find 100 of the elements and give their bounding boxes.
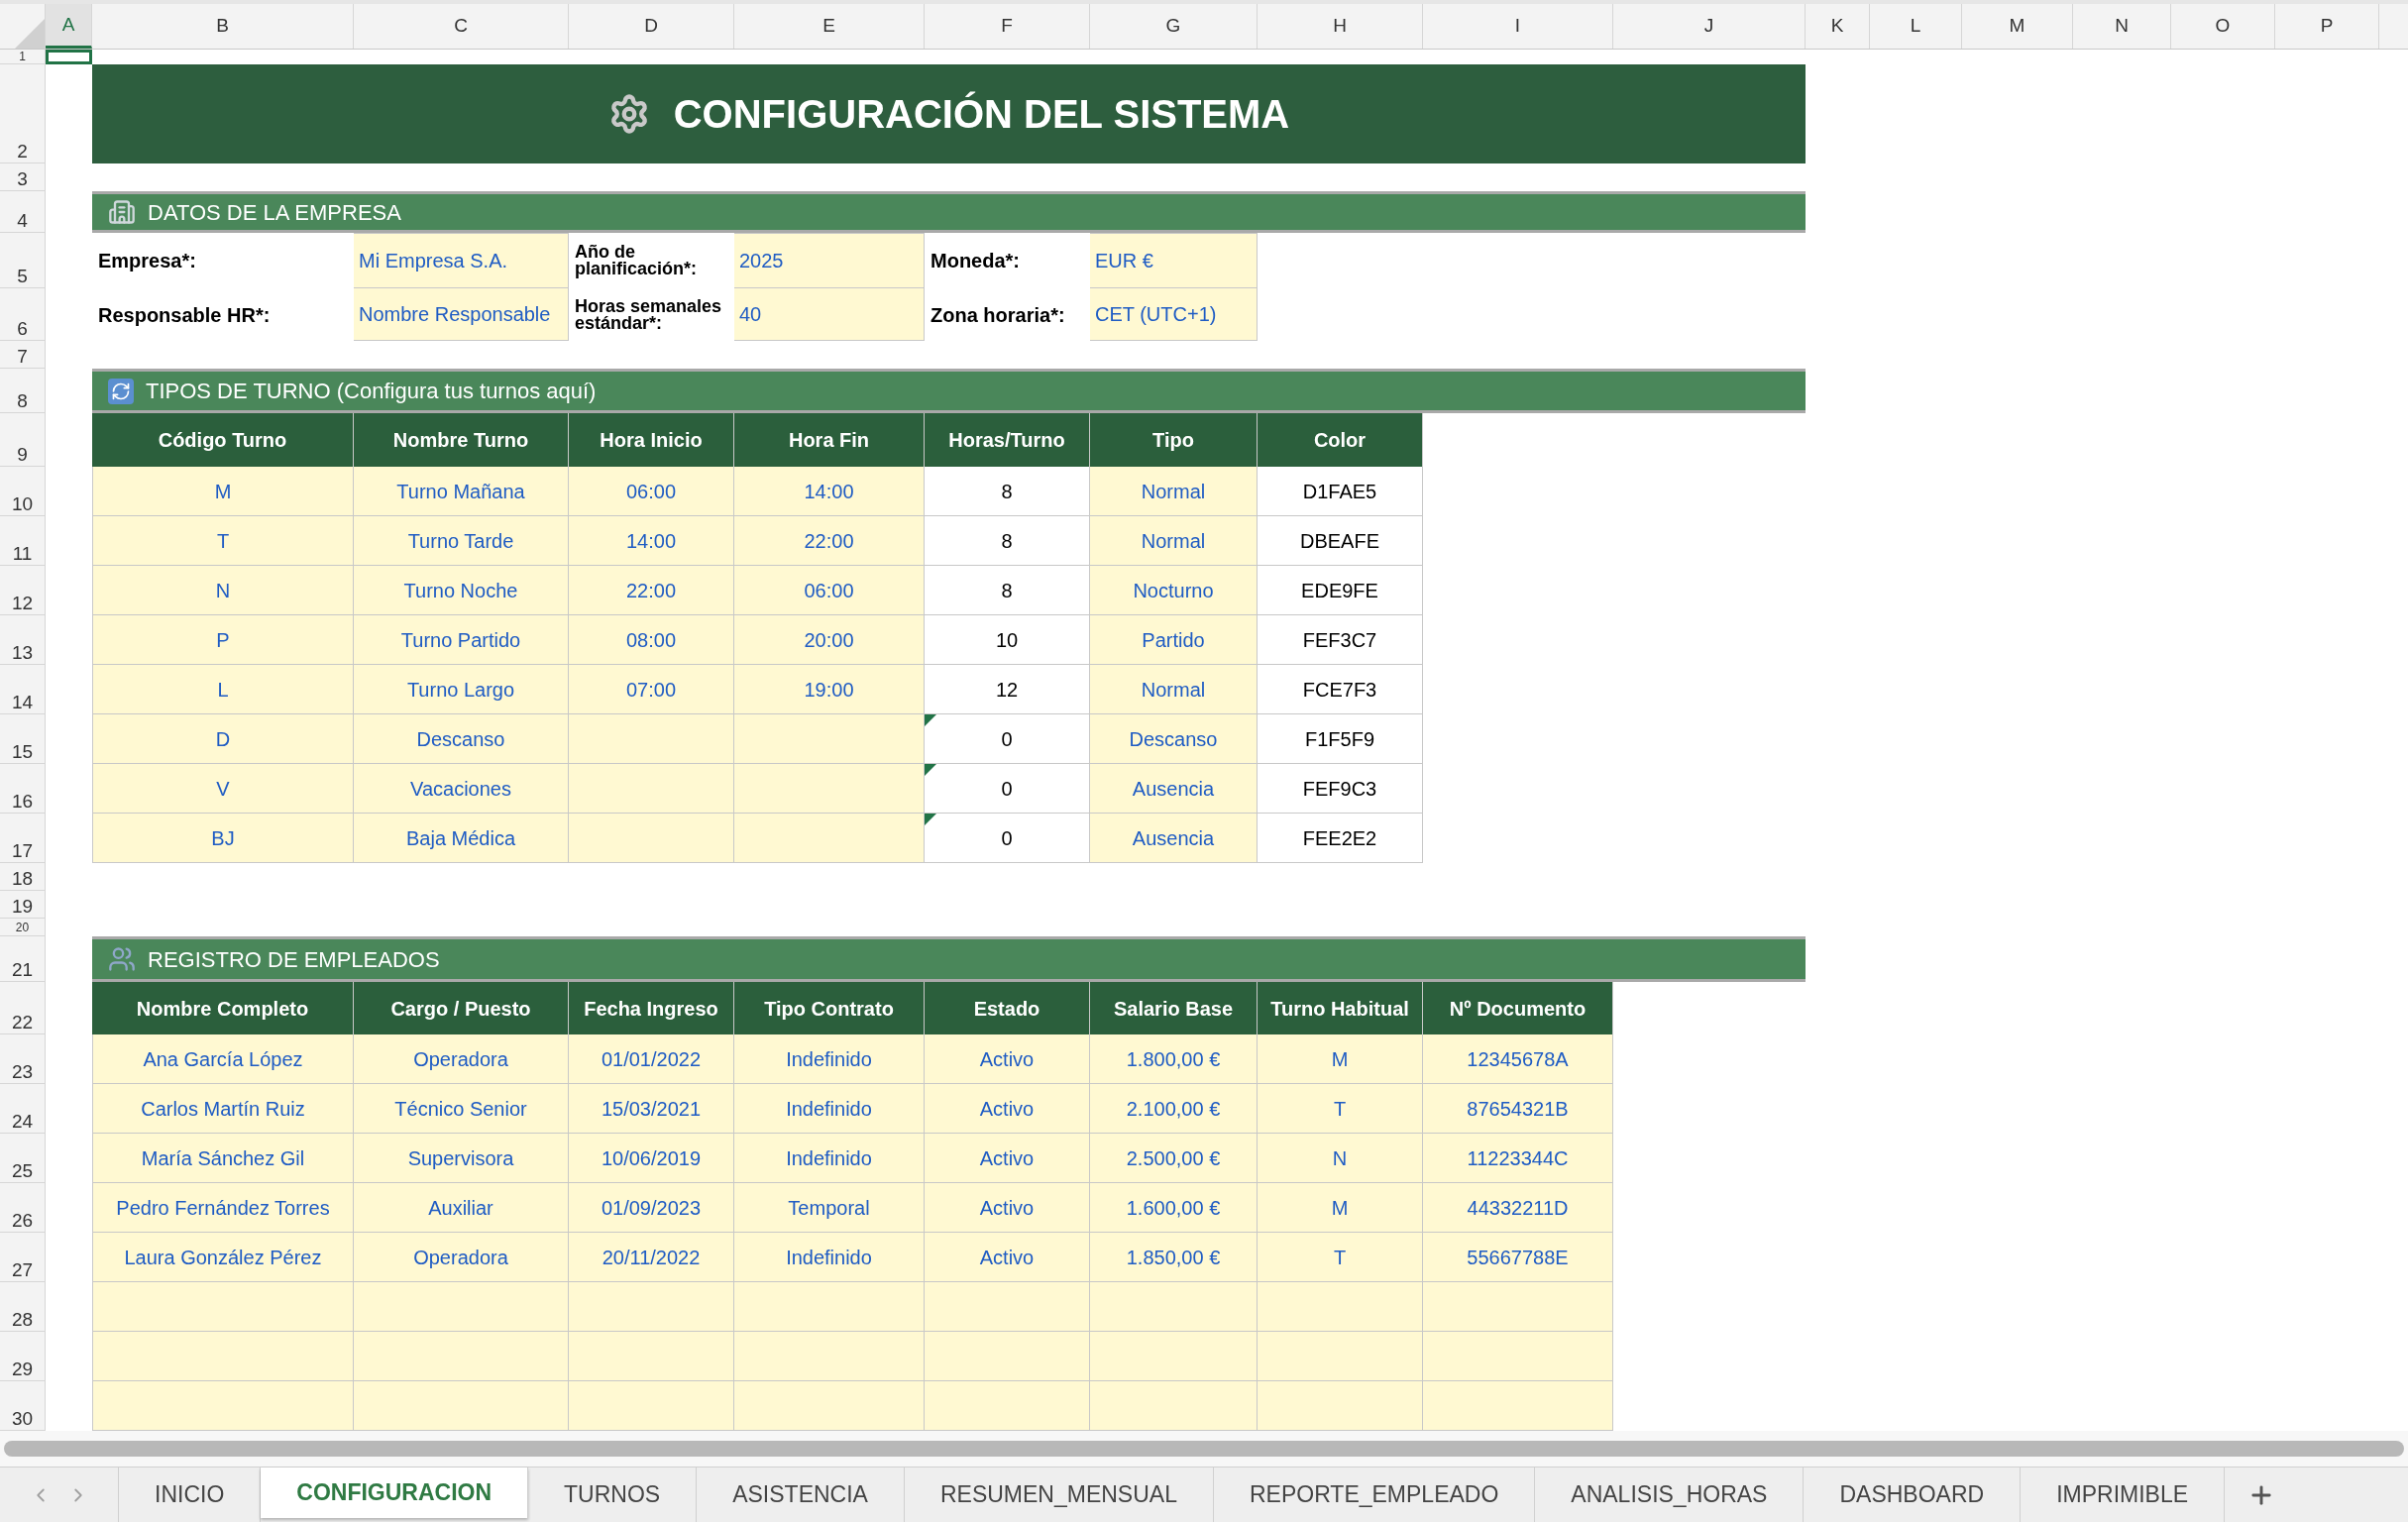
- row-number[interactable]: 25: [11, 1161, 34, 1180]
- section-title: DATOS DE LA EMPRESA: [148, 198, 401, 227]
- table-cell: V: [92, 764, 354, 814]
- row-number[interactable]: 26: [11, 1211, 34, 1230]
- building-icon: [108, 198, 136, 226]
- table-header-cell: Turno Habitual: [1258, 982, 1423, 1034]
- row-number[interactable]: 10: [11, 494, 34, 513]
- row-number[interactable]: 8: [17, 391, 28, 410]
- table-header-cell: Tipo Contrato: [734, 982, 925, 1034]
- row-number[interactable]: 7: [17, 347, 28, 366]
- sheet-tab[interactable]: REPORTE_EMPLEADO: [1213, 1468, 1536, 1522]
- row-number[interactable]: 11: [12, 544, 33, 563]
- table-header-cell: Salario Base: [1090, 982, 1258, 1034]
- row-number[interactable]: 13: [11, 643, 34, 662]
- table-cell: 14:00: [734, 467, 925, 516]
- table-header-cell: Hora Fin: [734, 413, 925, 467]
- table-cell: Normal: [1090, 516, 1258, 566]
- field-label: Zona horaria*:: [930, 302, 1065, 328]
- field-value[interactable]: EUR €: [1095, 246, 1153, 275]
- table-cell: N: [1258, 1134, 1423, 1183]
- table-cell: M: [92, 467, 354, 516]
- field-value[interactable]: 2025: [739, 246, 784, 275]
- field-label: Empresa*:: [98, 249, 196, 273]
- row-number[interactable]: 24: [11, 1112, 34, 1131]
- row-number[interactable]: 5: [17, 267, 28, 285]
- sheet-tab[interactable]: CONFIGURACION: [261, 1468, 529, 1518]
- table-cell: 06:00: [569, 467, 734, 516]
- row-number[interactable]: 15: [11, 742, 34, 761]
- table-cell: BJ: [92, 814, 354, 863]
- table-cell: 55667788E: [1423, 1233, 1613, 1282]
- row-number[interactable]: 28: [11, 1310, 34, 1329]
- column-header[interactable]: N: [2073, 4, 2171, 49]
- table-cell: 01/01/2022: [569, 1034, 734, 1084]
- table-cell: EDE9FE: [1258, 566, 1423, 615]
- column-header[interactable]: L: [1870, 4, 1962, 49]
- table-cell: 0: [925, 714, 1090, 764]
- table-cell: 8: [925, 467, 1090, 516]
- row-number[interactable]: 4: [17, 211, 28, 230]
- field-value[interactable]: 40: [739, 299, 762, 329]
- table-cell: Ana García López: [92, 1034, 354, 1084]
- row-number[interactable]: 14: [11, 693, 34, 711]
- table-cell: Activo: [925, 1084, 1090, 1134]
- table-cell: 0: [925, 814, 1090, 863]
- field-label: Responsable HR*:: [98, 302, 271, 328]
- table-cell: 14:00: [569, 516, 734, 566]
- table-cell: 8: [925, 566, 1090, 615]
- page-title: CONFIGURACIÓN DEL SISTEMA: [673, 90, 1290, 138]
- column-header[interactable]: I: [1423, 4, 1613, 49]
- row-number[interactable]: 27: [11, 1260, 34, 1279]
- table-cell: 2.500,00 €: [1090, 1134, 1258, 1183]
- table-header-cell: Nombre Completo: [92, 982, 354, 1034]
- sheet-tab[interactable]: ASISTENCIA: [697, 1468, 905, 1522]
- row-number[interactable]: 17: [11, 841, 34, 860]
- table-cell: Activo: [925, 1183, 1090, 1233]
- selected-cell[interactable]: [46, 50, 92, 64]
- table-cell: María Sánchez Gil: [92, 1134, 354, 1183]
- column-header[interactable]: P: [2275, 4, 2379, 49]
- sheet-tab[interactable]: ANALISIS_HORAS: [1535, 1468, 1805, 1522]
- column-header[interactable]: C: [354, 4, 569, 49]
- table-header-cell: Código Turno: [92, 413, 354, 467]
- column-header[interactable]: F: [925, 4, 1090, 49]
- table-header-cell: Cargo / Puesto: [354, 982, 569, 1034]
- table-cell: FEF9C3: [1258, 764, 1423, 814]
- sheet-tab[interactable]: RESUMEN_MENSUAL: [904, 1468, 1214, 1522]
- row-number[interactable]: 30: [11, 1409, 34, 1428]
- sheet-tab[interactable]: TURNOS: [528, 1468, 698, 1522]
- table-cell: Pedro Fernández Torres: [92, 1183, 354, 1233]
- sheet-tab[interactable]: DASHBOARD: [1804, 1468, 2022, 1522]
- table-cell: Indefinido: [734, 1134, 925, 1183]
- table-cell: Carlos Martín Ruiz: [92, 1084, 354, 1134]
- row-number[interactable]: 9: [17, 445, 28, 464]
- column-header[interactable]: J: [1613, 4, 1806, 49]
- row-number[interactable]: 3: [17, 169, 28, 188]
- horizontal-scrollbar[interactable]: [4, 1441, 2404, 1457]
- column-header[interactable]: A: [46, 4, 92, 49]
- column-header[interactable]: G: [1090, 4, 1258, 49]
- column-header[interactable]: E: [734, 4, 925, 49]
- row-number[interactable]: 29: [11, 1359, 34, 1378]
- column-header[interactable]: K: [1806, 4, 1870, 49]
- table-cell: D: [92, 714, 354, 764]
- column-header[interactable]: M: [1962, 4, 2073, 49]
- row-number[interactable]: 1: [19, 51, 26, 62]
- table-header-cell: Nº Documento: [1423, 982, 1613, 1034]
- row-number[interactable]: 12: [11, 594, 34, 612]
- row-number[interactable]: 16: [11, 792, 34, 811]
- table-cell: 20:00: [734, 615, 925, 665]
- section-title: TIPOS DE TURNO (Configura tus turnos aquí): [146, 378, 597, 405]
- table-cell: 10: [925, 615, 1090, 665]
- row-number[interactable]: 2: [17, 142, 28, 161]
- table-cell: Laura González Pérez: [92, 1233, 354, 1282]
- table-cell: M: [1258, 1183, 1423, 1233]
- column-header[interactable]: O: [2171, 4, 2275, 49]
- row-number[interactable]: 22: [11, 1013, 34, 1032]
- column-header[interactable]: B: [92, 4, 354, 49]
- sheet-tab[interactable]: IMPRIMIBLE: [2021, 1468, 2226, 1522]
- row-number[interactable]: 23: [11, 1062, 34, 1081]
- column-header[interactable]: D: [569, 4, 734, 49]
- row-number[interactable]: 6: [17, 319, 28, 338]
- select-all-corner-icon[interactable]: [15, 19, 45, 49]
- column-header[interactable]: H: [1258, 4, 1423, 49]
